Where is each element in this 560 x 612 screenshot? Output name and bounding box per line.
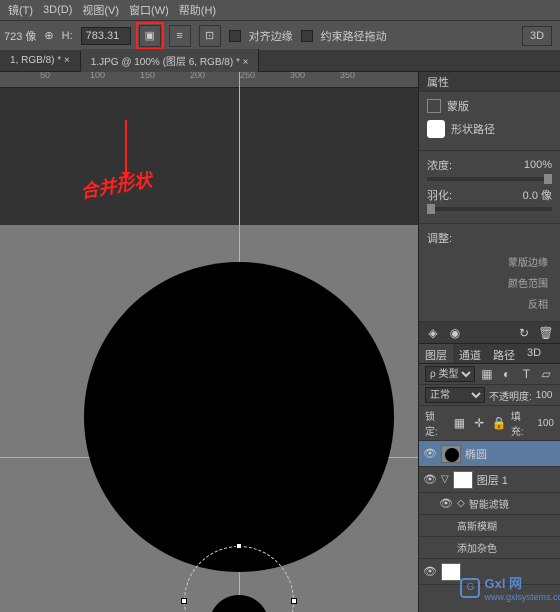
panel-icon-1[interactable]: ◈	[425, 325, 441, 341]
density-slider[interactable]	[427, 177, 552, 181]
adjust-label: 调整:	[427, 230, 552, 246]
fill-label: 填充:	[511, 408, 533, 438]
height-input[interactable]	[81, 27, 131, 45]
align-edges-label: 对齐边缘	[249, 28, 293, 44]
layers-panel-tabs: 图层 通道 路径 3D	[419, 344, 560, 364]
menu-help[interactable]: 帮助(H)	[175, 0, 220, 20]
canvas-area[interactable]: 50 100 150 200 250 300 350 合并形状	[0, 72, 418, 612]
visibility-icon[interactable]: 👁	[423, 473, 437, 487]
feather-label: 羽化:	[427, 187, 452, 203]
filter-text-icon[interactable]: T	[519, 366, 535, 382]
opacity-label: 不透明度:	[489, 388, 532, 403]
layer-filter-select[interactable]: ρ 类型	[425, 366, 475, 382]
feather-value: 0.0 像	[523, 187, 552, 203]
properties-panel-header[interactable]: 属性	[419, 72, 560, 92]
layer-thumb	[441, 445, 461, 463]
density-value: 100%	[524, 159, 552, 171]
align-button[interactable]: ≡	[169, 25, 191, 47]
tab-layers[interactable]: 图层	[419, 344, 453, 363]
shape-path-icon	[427, 120, 445, 138]
density-label: 浓度:	[427, 157, 452, 173]
shape-path-label: 形状路径	[451, 121, 495, 137]
filter-adj-icon[interactable]: ◐	[499, 366, 515, 382]
ruler-horizontal: 50 100 150 200 250 300 350	[0, 72, 418, 88]
trash-icon[interactable]: 🗑	[538, 325, 554, 341]
layer-gaussian-blur[interactable]: 高斯模糊	[419, 515, 560, 537]
constrain-label: 约束路径拖动	[321, 28, 387, 44]
right-panels: 属性 蒙版 形状路径 浓度: 100% 羽化: 0.0 像 调整: 蒙版边缘 颜色范…	[418, 72, 560, 612]
tab-3d[interactable]: 3D	[521, 344, 547, 363]
filter-shape-icon[interactable]: ▱	[538, 366, 554, 382]
mask-icon	[427, 99, 441, 113]
panel-icon-2[interactable]: ◉	[447, 325, 463, 341]
tab-channels[interactable]: 通道	[453, 344, 487, 363]
visibility-icon[interactable]: 👁	[423, 447, 437, 461]
menu-filter[interactable]: 镜(T)	[4, 0, 37, 20]
lock-label: 锁定:	[425, 408, 447, 438]
fill-value: 100	[537, 418, 554, 429]
document-tabs: 1, RGB/8) * × 1.JPG @ 100% (图层 6, RGB/8)…	[0, 50, 560, 72]
opacity-value: 100	[536, 390, 553, 401]
link-icon[interactable]: ⊕	[44, 29, 53, 42]
mask-edge-button[interactable]: 蒙版边缘	[427, 252, 552, 271]
visibility-icon[interactable]: 👁	[423, 565, 437, 579]
panel-icons: ◈ ◉ ↻ 🗑	[419, 322, 560, 344]
menu-window[interactable]: 窗口(W)	[125, 0, 173, 20]
3d-button[interactable]: 3D	[522, 26, 552, 46]
mask-label: 蒙版	[447, 98, 469, 114]
arrange-button[interactable]: ⊡	[199, 25, 221, 47]
color-range-button[interactable]: 颜色范围	[427, 273, 552, 292]
feather-slider[interactable]	[427, 207, 552, 211]
layer-1[interactable]: 👁 ▽ 图层 1	[419, 467, 560, 493]
filter-img-icon[interactable]: ▦	[479, 366, 495, 382]
menu-3d[interactable]: 3D(D)	[39, 2, 76, 18]
align-edges-checkbox[interactable]	[229, 30, 241, 42]
layer-add-noise[interactable]: 添加杂色	[419, 537, 560, 559]
visibility-icon[interactable]: 👁	[439, 497, 453, 511]
workspace: 50 100 150 200 250 300 350 合并形状 属性 蒙版 形状…	[0, 72, 560, 612]
layer-bottom[interactable]: 👁	[419, 559, 560, 585]
menu-bar: 镜(T) 3D(D) 视图(V) 窗口(W) 帮助(H)	[0, 0, 560, 20]
lock-all-icon[interactable]: 🔒	[491, 415, 507, 431]
layer-thumb	[453, 471, 473, 489]
layer-smart-filters[interactable]: 👁 ◇ 智能滤镜	[419, 493, 560, 515]
height-prefix: H:	[62, 30, 73, 42]
layer-list: 👁 椭圆 👁 ▽ 图层 1 👁 ◇ 智能滤镜 高斯模糊 添加杂色	[419, 441, 560, 612]
toggle-icon[interactable]: ▽	[441, 474, 449, 485]
tab-doc-2[interactable]: 1.JPG @ 100% (图层 6, RGB/8) * ×	[81, 49, 260, 72]
tab-paths[interactable]: 路径	[487, 344, 521, 363]
handle-right[interactable]	[291, 598, 297, 604]
tab-doc-1[interactable]: 1, RGB/8) * ×	[0, 51, 81, 70]
shape-big-circle[interactable]	[84, 262, 394, 572]
layer-ellipse[interactable]: 👁 椭圆	[419, 441, 560, 467]
invert-button[interactable]: 反相	[427, 294, 552, 313]
annotation-text: 合并形状	[78, 166, 153, 204]
merge-shapes-button[interactable]: ▣	[139, 25, 161, 47]
lock-position-icon[interactable]: ✛	[471, 415, 487, 431]
options-bar: 723 像 ⊕ H: ▣ ≡ ⊡ 对齐边缘 约束路径拖动 3D	[0, 20, 560, 50]
blend-mode-select[interactable]: 正常	[425, 387, 485, 403]
handle-top[interactable]	[236, 543, 242, 549]
constrain-checkbox[interactable]	[301, 30, 313, 42]
handle-left[interactable]	[181, 598, 187, 604]
menu-view[interactable]: 视图(V)	[78, 0, 123, 20]
width-label: 723 像	[4, 28, 36, 44]
annotation-arrow	[125, 120, 127, 180]
panel-icon-3[interactable]: ↻	[516, 325, 532, 341]
layer-thumb	[441, 563, 461, 581]
lock-pixels-icon[interactable]: ▦	[451, 415, 467, 431]
